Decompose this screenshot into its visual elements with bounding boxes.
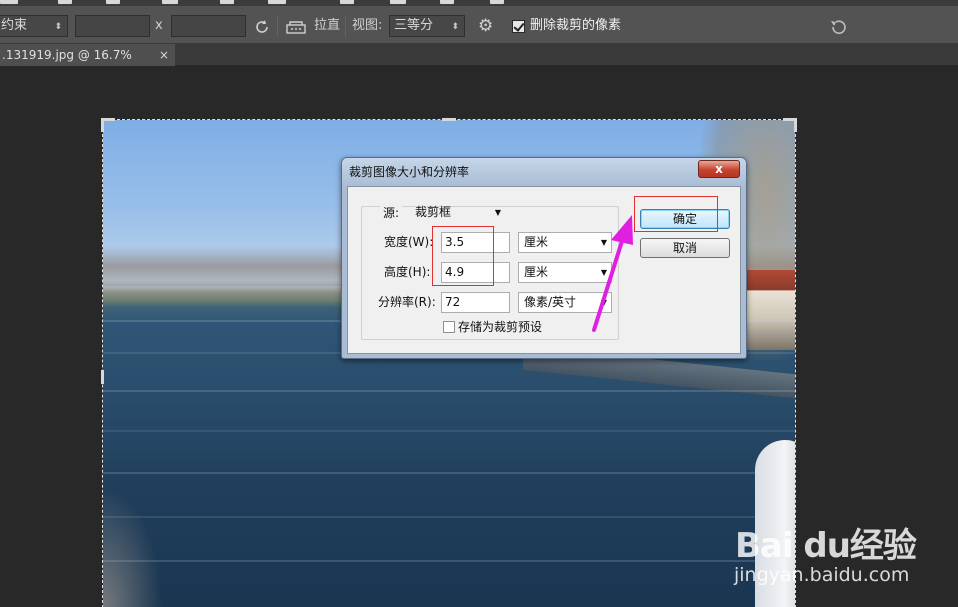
crop-handle-top-left[interactable] bbox=[101, 118, 104, 132]
width-unit-value: 厘米 bbox=[524, 235, 549, 249]
dialog-close-button[interactable]: x bbox=[698, 160, 740, 178]
separator bbox=[277, 15, 278, 37]
height-unit-value: 厘米 bbox=[524, 265, 549, 279]
view-label: 视图: bbox=[352, 18, 383, 33]
crop-handle-top-right[interactable] bbox=[794, 118, 797, 132]
resolution-unit-value: 像素/英寸 bbox=[524, 295, 577, 309]
source-label: 源: bbox=[380, 203, 403, 223]
crop-size-dialog: 裁剪图像大小和分辨率 x 源: 裁剪框 ▼ 宽度(W): 3.5 厘米 ▼ 高度… bbox=[341, 157, 747, 359]
separator bbox=[345, 15, 346, 37]
document-tab[interactable]: .131919.jpg @ 16.7%(RGB/8) × bbox=[0, 44, 175, 84]
highlight-box-dimensions bbox=[432, 226, 494, 286]
swap-dimensions-label: x bbox=[155, 18, 163, 33]
annotation-arrow bbox=[592, 215, 633, 332]
crop-height-input[interactable] bbox=[171, 15, 246, 37]
straighten-label[interactable]: 拉直 bbox=[314, 15, 340, 37]
resolution-label: 分辨率(R): bbox=[378, 295, 436, 309]
crop-handle-top[interactable] bbox=[442, 118, 456, 121]
view-value: 三等分 bbox=[394, 18, 434, 33]
delete-cropped-checkbox[interactable] bbox=[512, 20, 525, 33]
clear-icon[interactable] bbox=[254, 15, 270, 41]
crop-handle-left[interactable] bbox=[101, 370, 104, 384]
gear-icon[interactable]: ⚙ bbox=[478, 15, 493, 37]
crop-ratio-value: 约束 bbox=[1, 18, 28, 33]
save-preset-checkbox[interactable] bbox=[443, 321, 455, 333]
document-tab-bar: .131919.jpg @ 16.7%(RGB/8) × bbox=[0, 44, 958, 84]
resolution-input[interactable]: 72 bbox=[441, 292, 510, 313]
source-value: 裁剪框 bbox=[415, 205, 452, 219]
straighten-icon[interactable] bbox=[286, 15, 306, 41]
dialog-title: 裁剪图像大小和分辨率 bbox=[349, 165, 470, 179]
dialog-titlebar[interactable]: 裁剪图像大小和分辨率 x bbox=[342, 158, 746, 186]
cancel-button[interactable]: 取消 bbox=[640, 238, 730, 258]
close-icon[interactable]: × bbox=[159, 44, 169, 66]
watermark-url: jingyan.baidu.com bbox=[734, 564, 910, 586]
view-select[interactable]: 三等分 ⬍ bbox=[389, 15, 465, 37]
crop-width-input[interactable] bbox=[75, 15, 150, 37]
height-label: 高度(H): bbox=[384, 265, 431, 279]
delete-cropped-label: 删除裁剪的像素 bbox=[530, 18, 622, 33]
crop-ratio-select[interactable]: 约束 ⬍ bbox=[0, 15, 68, 37]
chevron-updown-icon: ⬍ bbox=[54, 22, 62, 32]
chevron-down-icon: ▼ bbox=[494, 208, 501, 217]
save-preset-label: 存储为裁剪预设 bbox=[458, 320, 543, 334]
watermark-logo: Bai du经验 bbox=[735, 526, 917, 566]
reset-icon[interactable] bbox=[829, 15, 847, 41]
chevron-updown-icon: ⬍ bbox=[451, 22, 459, 32]
width-label: 宽度(W): bbox=[384, 235, 434, 249]
highlight-box-ok bbox=[634, 196, 718, 232]
options-bar: 约束 ⬍ x 拉直 视图: 三等分 ⬍ ⚙ 删除裁剪的像素 bbox=[0, 6, 958, 44]
source-select[interactable]: 裁剪框 ▼ bbox=[409, 202, 506, 223]
